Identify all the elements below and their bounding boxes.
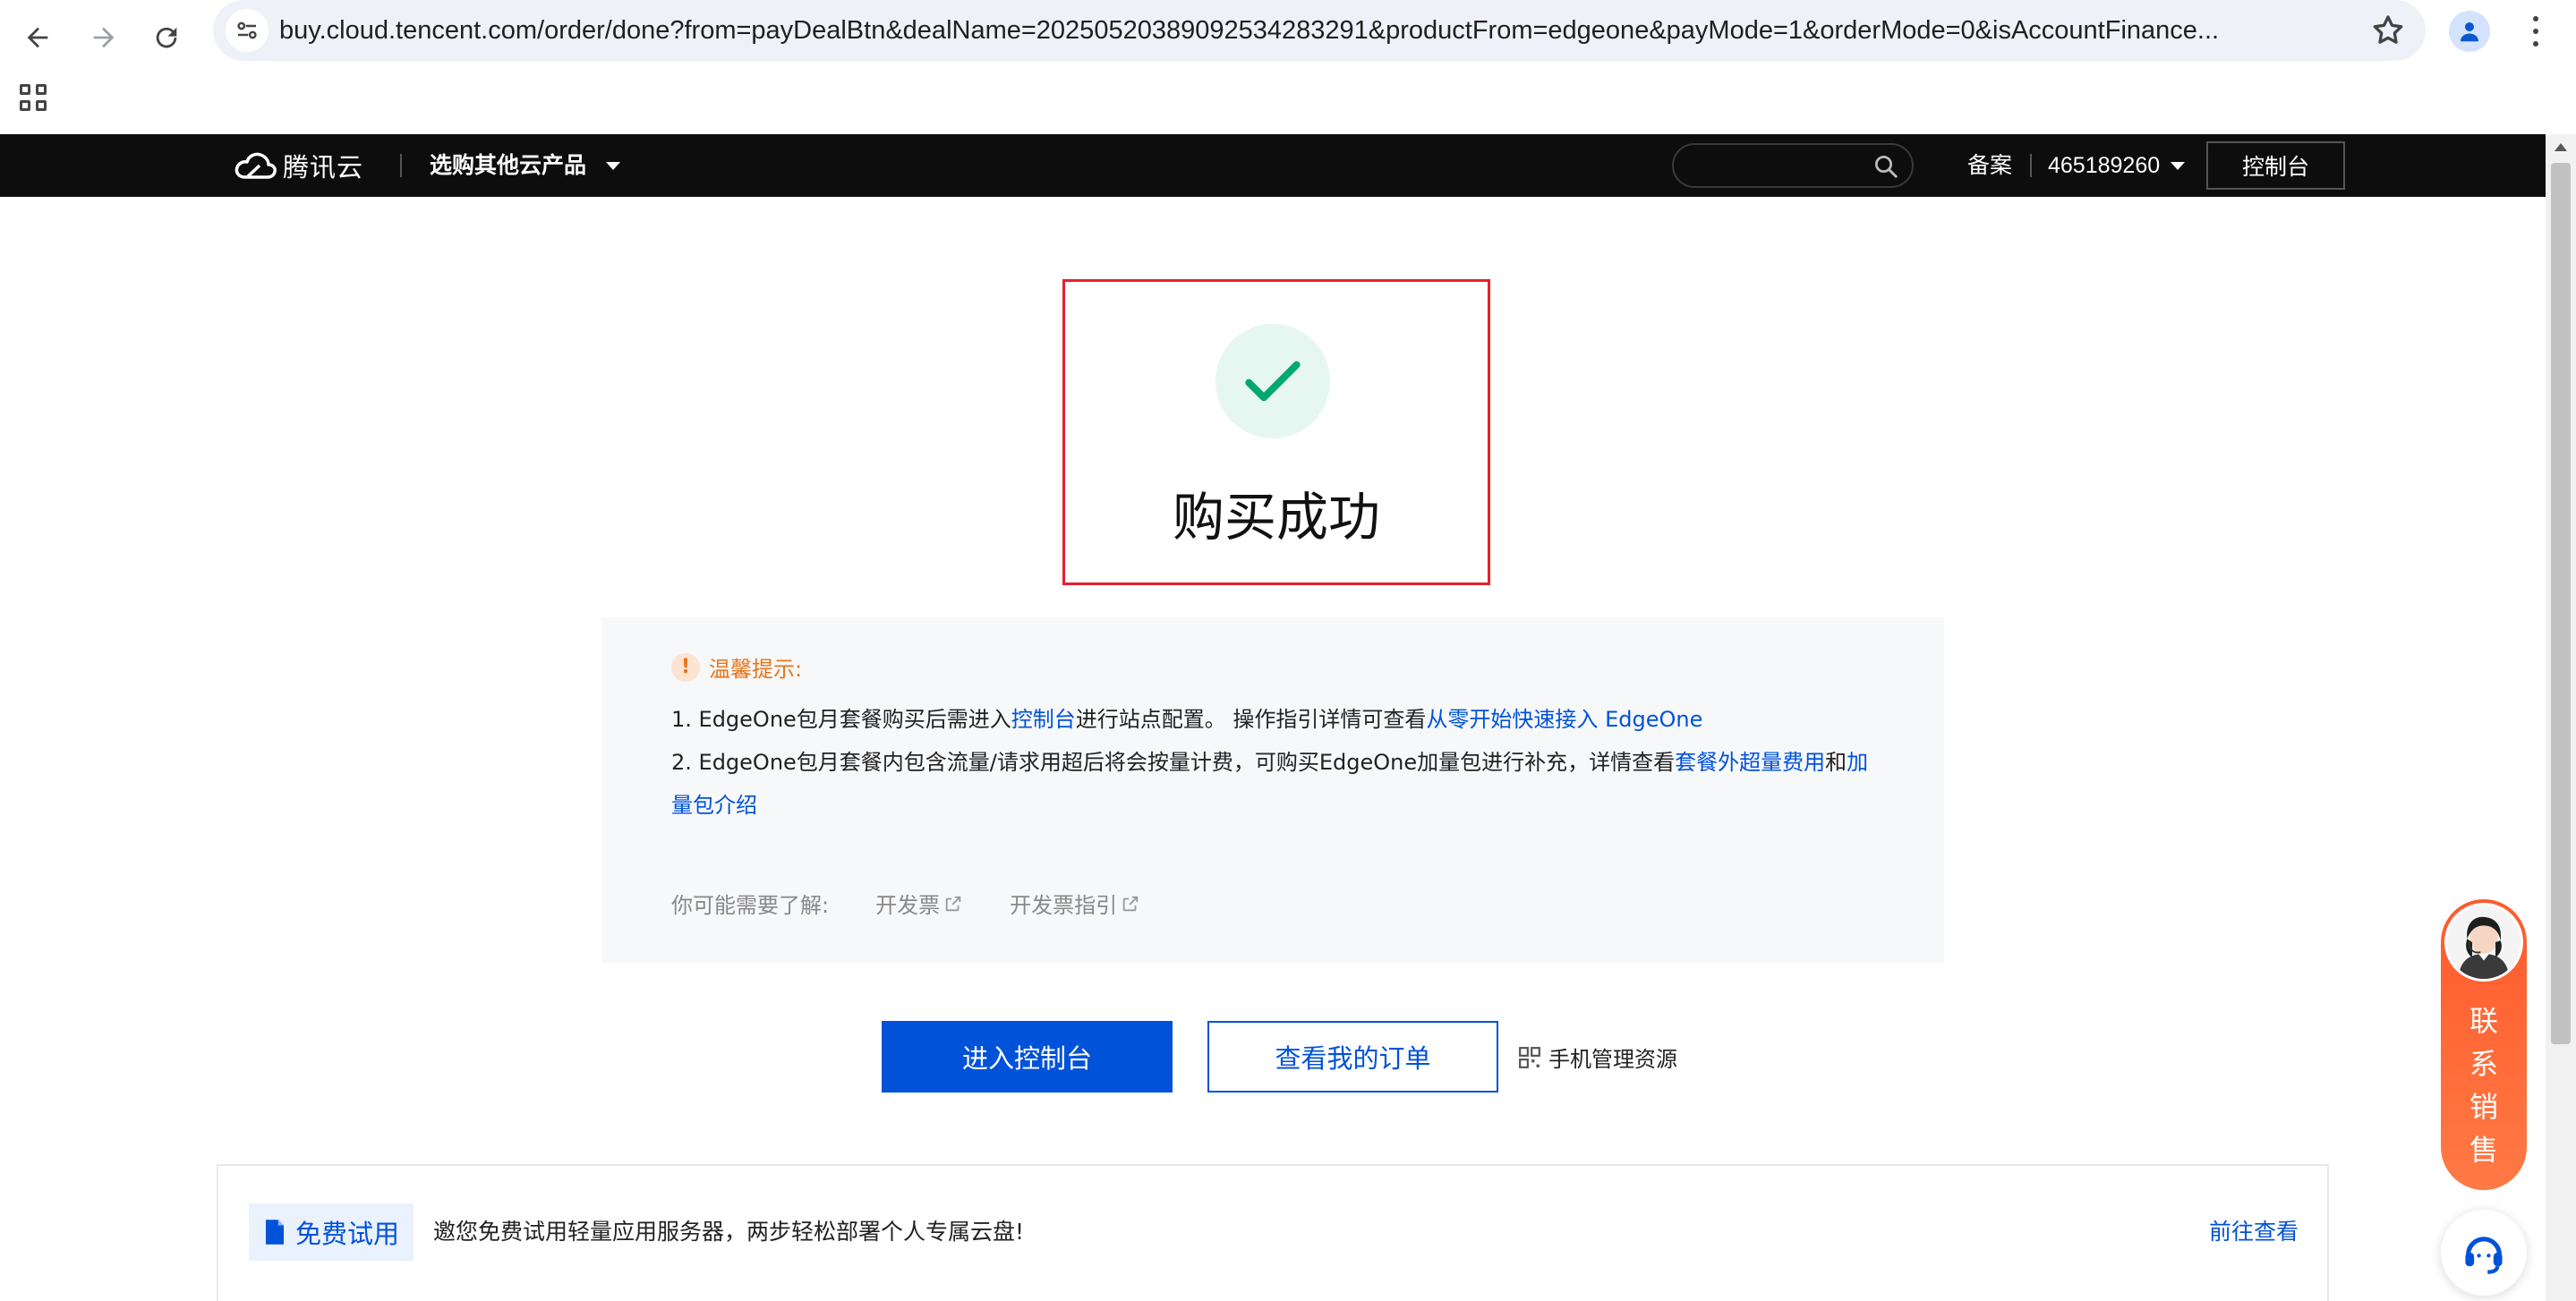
checkmark-icon <box>1245 361 1301 402</box>
reload-button[interactable] <box>141 13 192 63</box>
invoice-link[interactable]: 开发票 <box>875 888 963 919</box>
header-divider <box>2030 154 2032 177</box>
logo-text: 腾讯云 <box>283 152 364 183</box>
beian-link[interactable]: 备案 <box>1967 134 2012 197</box>
qr-code-icon <box>1519 1046 1540 1068</box>
console-link[interactable]: 控制台 <box>1011 707 1076 732</box>
external-link-icon <box>945 896 961 911</box>
person-icon <box>2461 22 2478 42</box>
back-button[interactable] <box>13 13 63 63</box>
invoice-link-label: 开发票 <box>875 893 941 918</box>
customer-service-button[interactable] <box>2441 1210 2527 1296</box>
free-trial-banner: 免费试用 邀您免费试用轻量应用服务器，两步轻松部署个人专属云盘! 前往查看 <box>217 1164 2329 1301</box>
tip-text: 进行站点配置。 操作指引详情可查看 <box>1075 707 1427 732</box>
tip-line-2: 2. EdgeOne包月套餐内包含流量/请求用超后将会按量计费，可购买EdgeO… <box>671 741 1889 827</box>
address-bar[interactable]: buy.cloud.tencent.com/order/done?from=pa… <box>213 0 2426 61</box>
success-badge <box>1215 324 1330 438</box>
profile-avatar[interactable] <box>2449 11 2490 52</box>
enter-console-button[interactable]: 进入控制台 <box>882 1021 1173 1093</box>
site-header: 腾讯云 选购其他云产品 备案 465189260 控制台 <box>0 134 2546 197</box>
mobile-manage-link[interactable]: 手机管理资源 <box>1518 1042 1677 1073</box>
browser-menu-button[interactable] <box>2522 13 2549 50</box>
browser-chrome: buy.cloud.tencent.com/order/done?from=pa… <box>0 0 2576 134</box>
console-button[interactable]: 控制台 <box>2206 141 2345 190</box>
headset-icon <box>2465 1237 2503 1274</box>
site-info-icon[interactable] <box>226 9 269 52</box>
scroll-up-arrow-icon[interactable] <box>2555 143 2567 151</box>
contact-sales-label: 联系销售 <box>2441 999 2527 1171</box>
go-view-link[interactable]: 前往查看 <box>2209 1203 2299 1261</box>
header-divider <box>400 154 402 177</box>
tip-text: 1. EdgeOne包月套餐购买后需进入 <box>671 707 1011 732</box>
chevron-down-icon <box>606 161 621 170</box>
quickstart-link[interactable]: 从零开始快速接入 EdgeOne <box>1426 707 1702 732</box>
warning-icon: ! <box>671 652 700 682</box>
mobile-manage-label: 手机管理资源 <box>1548 1047 1677 1072</box>
sales-avatar <box>2444 903 2523 982</box>
scroll-thumb[interactable] <box>2551 163 2571 1044</box>
contact-sales-widget[interactable]: 联系销售 <box>2441 899 2527 1190</box>
tencent-cloud-logo[interactable]: 腾讯云 <box>233 147 363 184</box>
bookmark-star-icon[interactable] <box>2370 13 2406 48</box>
page-scrollbar[interactable] <box>2546 134 2576 1301</box>
invoice-guide-link-label: 开发票指引 <box>1010 893 1118 918</box>
external-link-icon <box>1122 896 1139 911</box>
reload-icon <box>156 27 177 48</box>
tip-text: 2. EdgeOne包月套餐内包含流量/请求用超后将会按量计费，可购买EdgeO… <box>671 750 1676 775</box>
products-menu-label: 选购其他云产品 <box>430 152 587 178</box>
cloud-logo-icon <box>235 152 277 179</box>
view-orders-button[interactable]: 查看我的订单 <box>1207 1021 1498 1093</box>
tip-text: 和 <box>1825 750 1847 775</box>
forward-button[interactable] <box>79 13 129 63</box>
tips-panel: ! 温馨提示: 1. EdgeOne包月套餐购买后需进入控制台进行站点配置。 操… <box>601 617 1944 963</box>
header-search[interactable] <box>1672 143 1914 188</box>
products-menu[interactable]: 选购其他云产品 <box>430 134 621 197</box>
account-id: 465189260 <box>2048 153 2161 178</box>
search-input[interactable] <box>1690 152 1860 179</box>
free-trial-tag: 免费试用 <box>249 1203 414 1261</box>
invoice-guide-link[interactable]: 开发票指引 <box>1010 888 1140 919</box>
success-title: 购买成功 <box>1172 487 1380 548</box>
contact-sales-text: 联系销售 <box>2469 1004 2498 1167</box>
apps-grid-icon[interactable] <box>20 84 47 111</box>
agent-avatar-icon <box>2447 906 2521 979</box>
url-text[interactable]: buy.cloud.tencent.com/order/done?from=pa… <box>279 0 2329 61</box>
account-menu[interactable]: 465189260 <box>2048 134 2186 197</box>
search-icon[interactable] <box>1872 153 1899 180</box>
overage-fee-link[interactable]: 套餐外超量费用 <box>1675 750 1825 775</box>
tips-title: 温馨提示: <box>709 657 803 682</box>
purchase-success-panel: 购买成功 <box>1062 279 1490 585</box>
related-label: 你可能需要了解: <box>671 893 830 918</box>
document-icon <box>265 1220 284 1245</box>
free-trial-tag-label: 免费试用 <box>294 1219 399 1249</box>
related-links: 你可能需要了解: 开发票 开发票指引 <box>671 888 1140 919</box>
chevron-down-icon <box>2171 161 2186 170</box>
arrow-right-icon <box>93 27 115 48</box>
arrow-left-icon <box>27 27 48 48</box>
free-trial-text: 邀您免费试用轻量应用服务器，两步轻松部署个人专属云盘! <box>433 1219 1025 1245</box>
tips-header: ! 温馨提示: <box>671 651 802 683</box>
tip-line-1: 1. EdgeOne包月套餐购买后需进入控制台进行站点配置。 操作指引详情可查看… <box>671 698 1889 741</box>
